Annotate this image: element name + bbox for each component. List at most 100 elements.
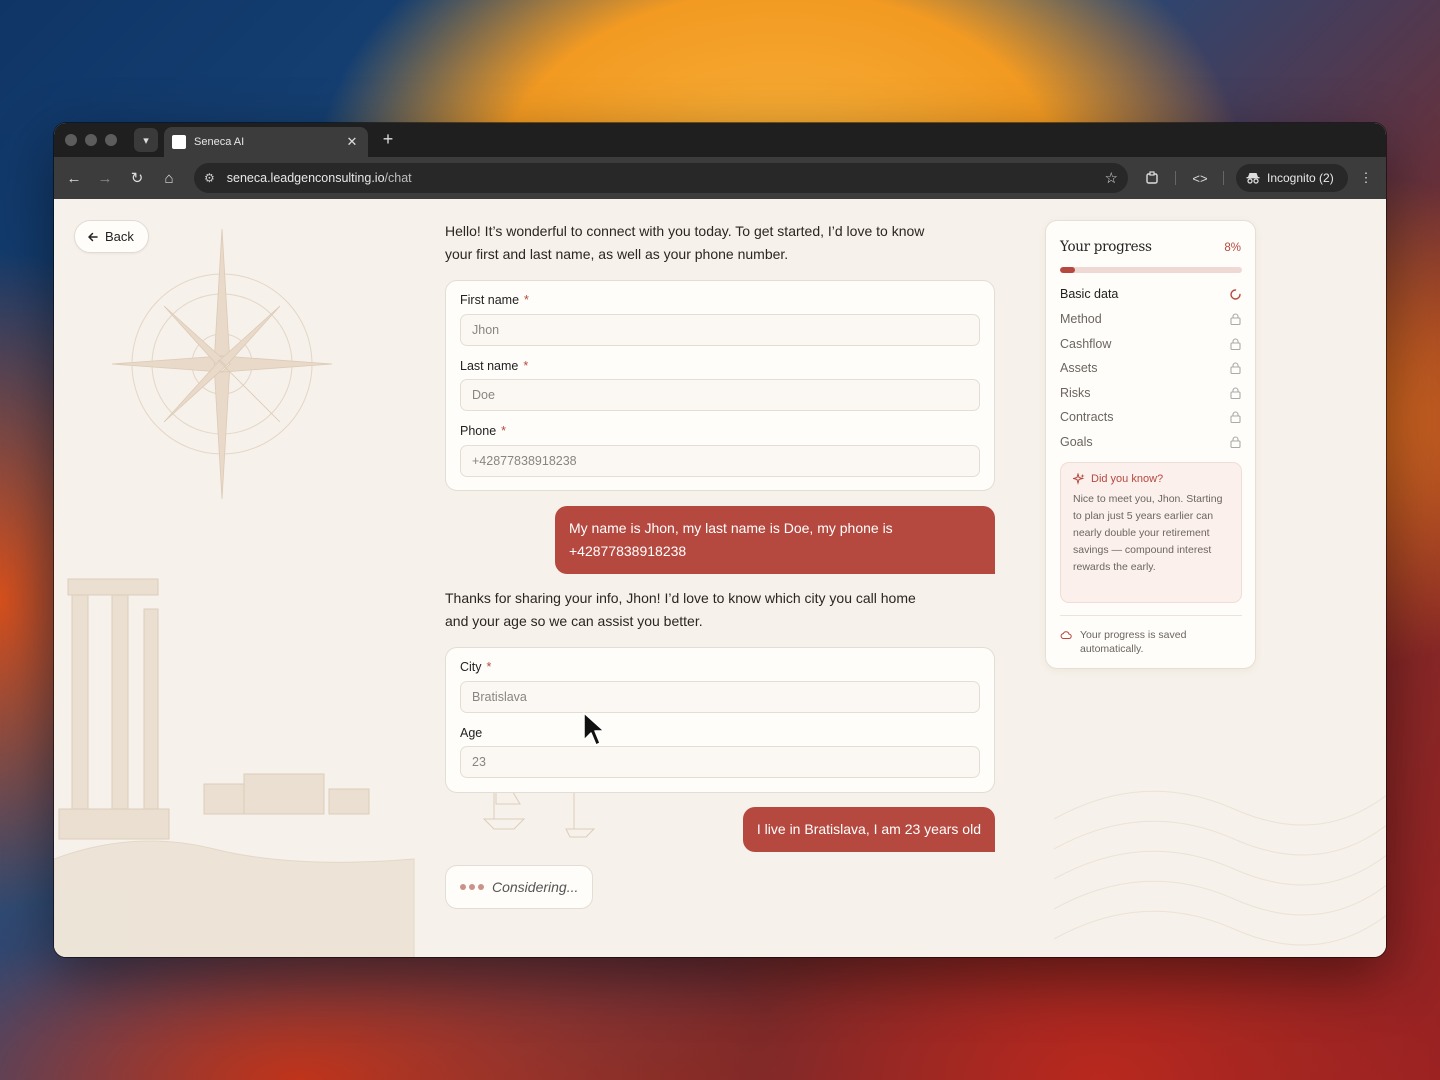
city-label: City * xyxy=(460,660,491,674)
assistant-message: Thanks for sharing your info, Jhon! I’d … xyxy=(445,590,916,629)
step-label: Goals xyxy=(1060,435,1093,449)
first-name-field[interactable] xyxy=(460,314,980,346)
incognito-label: Incognito (2) xyxy=(1267,171,1334,185)
phone-label-text: Phone xyxy=(460,424,497,438)
progress-bar xyxy=(1060,267,1242,273)
location-form-card: City * Age xyxy=(445,647,995,793)
lock-icon xyxy=(1228,312,1242,326)
progress-percent: 8% xyxy=(1224,242,1241,254)
reload-icon[interactable]: ↻ xyxy=(126,167,148,189)
cloud-save-icon xyxy=(1060,631,1072,639)
thinking-indicator: Considering... xyxy=(445,865,593,909)
lock-icon xyxy=(1228,361,1242,375)
phone-field[interactable] xyxy=(460,445,980,477)
lock-icon xyxy=(1228,386,1242,400)
first-name-label-text: First name xyxy=(460,293,520,307)
code-icon[interactable]: <> xyxy=(1189,167,1211,189)
compass-rose-decoration xyxy=(111,228,333,500)
age-label: Age xyxy=(460,726,483,740)
browser-toolbar: ← → ↻ ⌂ ⚙ seneca.leadgenconsulting.io/ch… xyxy=(54,157,1386,199)
back-button[interactable]: Back xyxy=(74,220,149,253)
zoom-window-button[interactable] xyxy=(105,134,117,146)
step-contracts[interactable]: Contracts xyxy=(1060,410,1242,424)
required-mark: * xyxy=(486,660,492,674)
minimize-window-button[interactable] xyxy=(85,134,97,146)
user-message: My name is Jhon, my last name is Doe, my… xyxy=(555,506,995,574)
address-bar[interactable]: ⚙ seneca.leadgenconsulting.io/chat ☆ xyxy=(194,163,1128,193)
mouse-cursor-icon xyxy=(583,712,605,746)
home-icon[interactable]: ⌂ xyxy=(158,167,180,189)
favicon-icon xyxy=(172,135,186,149)
progress-bar-fill xyxy=(1060,267,1075,273)
contact-form-card: First name * Last name * Phone * xyxy=(445,280,995,491)
new-tab-button[interactable]: + xyxy=(378,129,398,150)
url-text[interactable]: seneca.leadgenconsulting.io/chat xyxy=(227,171,1105,185)
step-label: Basic data xyxy=(1060,287,1119,301)
browser-window: ▾ Seneca AI ✕ + ← → ↻ ⌂ ⚙ seneca.leadgen… xyxy=(54,123,1386,957)
page-content: Back Hello! It’s wonderful to connect wi… xyxy=(54,199,1386,957)
autosave-note: Your progress is saved automatically. xyxy=(1060,628,1242,656)
progress-title: Your progress xyxy=(1060,239,1152,255)
site-info-icon[interactable]: ⚙ xyxy=(204,171,215,185)
extensions-icon[interactable] xyxy=(1141,167,1163,189)
sparkles-icon xyxy=(1073,473,1085,485)
last-name-label: Last name * xyxy=(460,359,528,373)
step-label: Cashflow xyxy=(1060,337,1112,351)
tab-active[interactable]: Seneca AI ✕ xyxy=(164,127,368,157)
step-method[interactable]: Method xyxy=(1060,312,1242,326)
arrow-left-icon xyxy=(88,232,98,241)
close-tab-icon[interactable]: ✕ xyxy=(344,134,360,150)
first-name-label: First name * xyxy=(460,293,529,307)
step-risks[interactable]: Risks xyxy=(1060,386,1242,400)
tip-header: Did you know? xyxy=(1073,473,1229,485)
tip-title: Did you know? xyxy=(1091,473,1164,485)
step-label: Method xyxy=(1060,312,1102,326)
tab-search-button[interactable]: ▾ xyxy=(134,128,158,152)
did-you-know-card: Did you know? Nice to meet you, Jhon. St… xyxy=(1060,462,1242,603)
user-message: I live in Bratislava, I am 23 years old xyxy=(742,807,995,852)
assistant-message: Hello! It’s wonderful to connect with yo… xyxy=(445,223,925,262)
lock-icon xyxy=(1228,337,1242,351)
incognito-badge[interactable]: Incognito (2) xyxy=(1236,164,1348,192)
step-assets[interactable]: Assets xyxy=(1060,361,1242,375)
chevron-down-icon: ▾ xyxy=(143,134,149,147)
topographic-lines-decoration xyxy=(1054,790,1386,946)
step-basic-data[interactable]: Basic data xyxy=(1060,287,1242,301)
typing-dots-icon xyxy=(460,884,484,890)
more-menu-icon[interactable]: ⋮ xyxy=(1355,167,1377,189)
city-label-text: City xyxy=(460,660,482,674)
age-field[interactable] xyxy=(460,746,980,778)
required-mark: * xyxy=(524,293,529,307)
incognito-icon xyxy=(1246,173,1260,184)
close-window-button[interactable] xyxy=(65,134,77,146)
required-mark: * xyxy=(501,424,507,438)
step-label: Contracts xyxy=(1060,410,1114,424)
bookmark-star-icon[interactable]: ☆ xyxy=(1105,169,1118,187)
tip-body: Nice to meet you, Jhon. Starting to plan… xyxy=(1073,493,1223,573)
last-name-field[interactable] xyxy=(460,379,980,411)
tab-title: Seneca AI xyxy=(194,136,245,148)
required-mark: * xyxy=(523,359,529,373)
url-host: seneca.leadgenconsulting.io xyxy=(226,171,385,185)
step-label: Assets xyxy=(1060,361,1098,375)
divider xyxy=(1060,615,1242,616)
phone-label: Phone * xyxy=(460,424,506,438)
progress-panel: Your progress 8% Basic data Method Cashf… xyxy=(1045,220,1256,669)
city-field[interactable] xyxy=(460,681,980,713)
tab-strip: ▾ Seneca AI ✕ + xyxy=(54,123,1386,157)
toolbar-divider xyxy=(1223,171,1224,185)
thinking-label: Considering... xyxy=(492,879,579,895)
last-name-label-text: Last name xyxy=(460,359,519,373)
lock-icon xyxy=(1228,435,1242,449)
autosave-text: Your progress is saved automatically. xyxy=(1080,629,1187,655)
back-label: Back xyxy=(105,229,134,244)
back-arrow-icon[interactable]: ← xyxy=(63,167,85,189)
url-path: /chat xyxy=(384,171,412,185)
loading-spinner-icon xyxy=(1228,287,1242,301)
step-cashflow[interactable]: Cashflow xyxy=(1060,337,1242,351)
step-goals[interactable]: Goals xyxy=(1060,435,1242,449)
step-label: Risks xyxy=(1060,386,1091,400)
forward-arrow-icon[interactable]: → xyxy=(94,167,116,189)
lock-icon xyxy=(1228,410,1242,424)
toolbar-divider xyxy=(1175,171,1176,185)
